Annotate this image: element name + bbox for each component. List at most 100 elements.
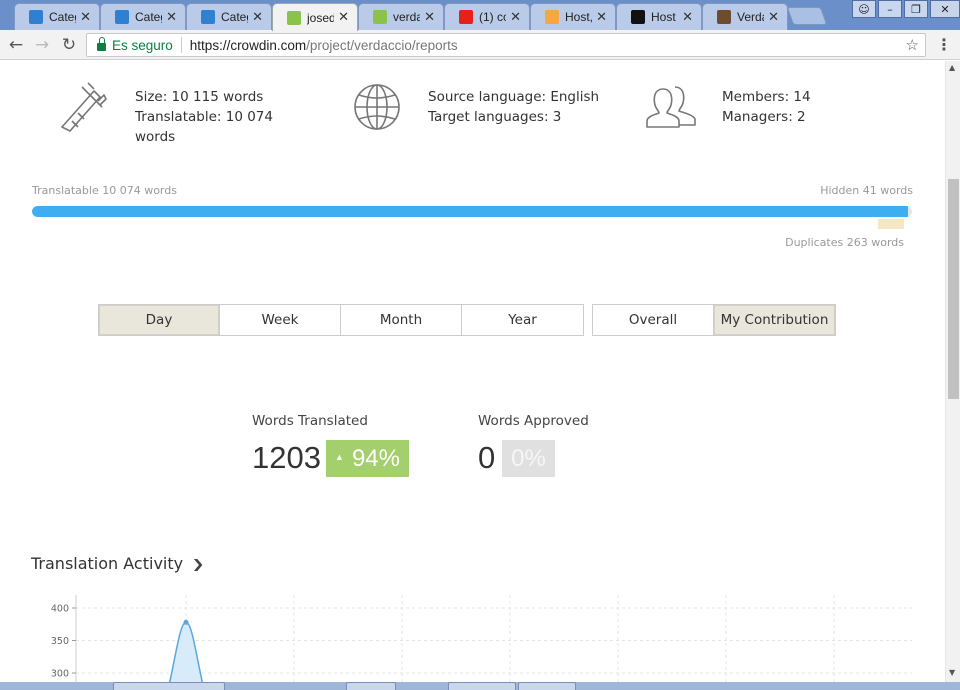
words-translated-delta: 94% [351, 444, 400, 472]
new-tab-button[interactable] [786, 7, 828, 25]
close-tab-icon[interactable]: ✕ [252, 10, 263, 25]
diamond-icon [545, 10, 559, 24]
page-content: Size: 10 115 words Translatable: 10 074 … [0, 61, 945, 690]
browser-tab[interactable]: Categ ✕ [100, 3, 186, 30]
v-icon [717, 10, 731, 24]
browser-tab-title: Categ [135, 10, 162, 24]
scrollbar-thumb[interactable] [948, 179, 959, 399]
words-approved-delta-badge: 0% [502, 440, 555, 477]
browser-tab-title: josedp [307, 10, 335, 25]
languages-stat: Source language: English Target language… [428, 87, 599, 127]
words-translated-label: Words Translated [252, 413, 368, 429]
close-tab-icon[interactable]: ✕ [166, 10, 177, 25]
words-approved-label: Words Approved [478, 413, 589, 429]
youtube-icon [459, 10, 473, 24]
members-stat: Members: 14 Managers: 2 [722, 87, 811, 127]
close-tab-icon[interactable]: ✕ [510, 10, 521, 25]
browser-tab[interactable]: Categ ✕ [186, 3, 272, 30]
browser-tab-title: Categ [49, 10, 76, 24]
restore-button[interactable]: ❐ [904, 0, 928, 18]
taskbar-item[interactable] [448, 682, 516, 690]
caliper-icon [61, 82, 107, 132]
globe-icon [354, 84, 400, 130]
browser-tab[interactable]: Categ ✕ [14, 3, 100, 30]
members-line: Members: 14 [722, 89, 811, 105]
taskbar-item[interactable] [113, 682, 225, 690]
translatable-line: Translatable: 10 074 [135, 109, 273, 125]
target-languages-line: Target languages: 3 [428, 109, 562, 125]
chart-y-tick-label: 400 [51, 604, 69, 615]
up-triangle-icon: ▲ [335, 451, 344, 462]
brain-icon [29, 10, 43, 24]
browser-tab-title: (1) co [479, 10, 506, 24]
browser-tab[interactable]: (1) co ✕ [444, 3, 530, 30]
browser-toolbar: ← → ↻ Es seguro https://crowdin.com/proj… [0, 30, 960, 60]
minimize-button[interactable]: – [878, 0, 902, 18]
chart-activity-area [167, 621, 205, 690]
taskbar-item[interactable] [518, 682, 576, 690]
translation-activity-chart: 400 350 300 [51, 595, 912, 690]
words-translated-delta-badge: ▲ 94% [326, 440, 409, 477]
scope-my-contribution-button[interactable]: My Contribution [714, 305, 835, 335]
brain-icon [201, 10, 215, 24]
browser-tab-title: Categ [221, 10, 248, 24]
url-path: /project/verdaccio/reports [306, 37, 458, 53]
browser-tab-title: Host y [651, 10, 678, 24]
members-icon [646, 86, 696, 128]
source-language-line: Source language: English [428, 89, 600, 105]
translatable-words-label: Translatable 10 074 words [32, 184, 177, 197]
close-tab-icon[interactable]: ✕ [596, 10, 607, 25]
close-tab-icon[interactable]: ✕ [424, 10, 435, 25]
scroll-up-arrow-icon[interactable]: ▲ [949, 63, 955, 72]
period-week-button[interactable]: Week [220, 305, 341, 335]
size-line: Size: 10 115 words [135, 89, 264, 105]
bookmark-star-icon[interactable]: ☆ [906, 36, 919, 54]
forward-arrow-icon[interactable]: → [32, 35, 52, 55]
browser-tab[interactable]: josedp✕ [272, 3, 358, 31]
words-approved-delta: 0% [511, 444, 546, 472]
period-selector: Day Week Month Year [98, 304, 584, 336]
scroll-down-arrow-icon[interactable]: ▼ [949, 668, 955, 677]
browser-tab[interactable]: Verda ✕ [702, 3, 788, 30]
browser-tab[interactable]: verdac✕ [358, 3, 444, 30]
os-taskbar [0, 682, 960, 690]
browser-tab[interactable]: Host y ✕ [616, 3, 702, 30]
browser-tab-title: Verda [737, 10, 764, 24]
close-tab-icon[interactable]: ✕ [338, 10, 349, 25]
period-month-button[interactable]: Month [341, 305, 462, 335]
browser-tab[interactable]: Host, ✕ [530, 3, 616, 30]
browser-tab-title: Host, [565, 10, 593, 24]
period-day-button[interactable]: Day [99, 305, 220, 335]
taskbar-item[interactable] [346, 682, 396, 690]
address-bar[interactable]: Es seguro https://crowdin.com/project/ve… [86, 33, 926, 57]
chart-y-tick-label: 300 [51, 669, 69, 680]
translation-activity-title: Translation Activity [31, 554, 184, 573]
page-scrollbar[interactable]: ▲ ▼ [945, 61, 960, 690]
close-tab-icon[interactable]: ✕ [682, 10, 693, 25]
reload-icon[interactable]: ↻ [59, 35, 79, 55]
medium-icon [631, 10, 645, 24]
close-tab-icon[interactable]: ✕ [80, 10, 91, 25]
user-icon[interactable]: ☺ [852, 0, 876, 18]
words-translated-value: 1203 [252, 440, 321, 475]
period-year-button[interactable]: Year [462, 305, 583, 335]
leaf-icon [373, 10, 387, 24]
url-host: https://crowdin.com [189, 37, 307, 53]
translatable-fill [32, 206, 909, 217]
window-controls: ☺ – ❐ ✕ [850, 0, 960, 18]
chevron-down-icon: ❯ [191, 556, 205, 571]
brain-icon [115, 10, 129, 24]
chart-peak-point [183, 619, 189, 625]
size-stat: Size: 10 115 words Translatable: 10 074 … [135, 87, 273, 147]
hidden-words-label: Hidden 41 words [820, 184, 913, 197]
scope-overall-button[interactable]: Overall [593, 305, 714, 335]
close-tab-icon[interactable]: ✕ [768, 10, 779, 25]
scope-selector: Overall My Contribution [592, 304, 836, 336]
close-window-button[interactable]: ✕ [930, 0, 960, 18]
lock-icon [97, 37, 106, 51]
secure-label: Es seguro [112, 37, 173, 53]
translation-activity-dropdown[interactable]: Translation Activity ❯ [31, 554, 205, 573]
back-arrow-icon[interactable]: ← [6, 35, 26, 55]
duplicates-words-label: Duplicates 263 words [785, 236, 904, 249]
browser-menu-icon[interactable]: ⋮ [936, 35, 952, 54]
